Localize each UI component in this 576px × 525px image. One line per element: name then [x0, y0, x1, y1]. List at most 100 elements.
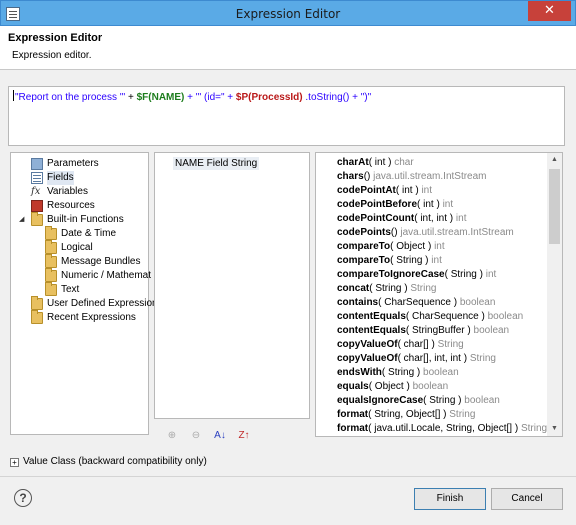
method-args: ( CharSequence ) — [405, 311, 485, 322]
expression-token: + — [127, 92, 134, 103]
method-name: format — [337, 423, 369, 434]
method-name: codePoints — [337, 227, 391, 238]
method-return-type: String — [520, 423, 548, 434]
method-return-type: java.util.stream.IntStream — [400, 227, 514, 238]
folder-icon — [45, 254, 57, 268]
method-args: ( Object ) — [368, 381, 410, 392]
finish-button[interactable]: Finish — [414, 488, 486, 510]
method-return-type: String — [469, 353, 496, 364]
method-item[interactable]: endsWith( String ) boolean — [337, 366, 459, 380]
method-return-type: boolean — [412, 381, 449, 392]
method-name: compareToIgnoreCase — [337, 269, 445, 280]
fx-icon: fx — [31, 186, 41, 197]
field-list[interactable]: NAME Field String — [154, 152, 310, 419]
collapse-icon[interactable]: ◢ — [19, 215, 24, 223]
method-item[interactable]: copyValueOf( char[] ) String — [337, 338, 464, 352]
method-item[interactable]: copyValueOf( char[], int, int ) String — [337, 352, 496, 366]
method-name: codePointBefore — [337, 199, 418, 210]
folder-icon — [45, 226, 57, 240]
method-return-type: int — [485, 269, 497, 280]
method-item[interactable]: format( java.util.Locale, String, Object… — [337, 422, 547, 436]
method-name: equals — [337, 381, 369, 392]
method-name: charAt — [337, 157, 369, 168]
method-args: ( int ) — [417, 199, 440, 210]
method-args: ( char[], int, int ) — [397, 353, 468, 364]
method-item[interactable]: codePoints() java.util.stream.IntStream — [337, 226, 514, 240]
method-item[interactable]: contentEquals( CharSequence ) boolean — [337, 310, 523, 324]
method-name: concat — [337, 283, 370, 294]
cancel-button[interactable]: Cancel — [491, 488, 563, 510]
expression-text[interactable]: "Report on the process '" + $F(NAME) + "… — [13, 90, 371, 103]
expand-icon[interactable]: + — [10, 458, 19, 467]
method-item[interactable]: compareTo( String ) int — [337, 254, 442, 268]
tree-item-label: Message Bundles — [61, 256, 141, 267]
help-button[interactable]: ? — [14, 489, 32, 507]
method-scrollbar[interactable]: ▲ ▼ — [547, 153, 562, 436]
method-item[interactable]: compareTo( Object ) int — [337, 240, 445, 254]
method-return-type: java.util.stream.IntStream — [373, 171, 487, 182]
method-return-type: int — [421, 185, 433, 196]
folder-icon — [45, 282, 57, 296]
method-args: ( Object ) — [390, 241, 432, 252]
tree-item-label: User Defined Expressions — [47, 298, 163, 309]
method-return-type: boolean — [473, 325, 510, 336]
window-title: Expression Editor — [235, 7, 341, 21]
folder-icon — [31, 296, 43, 310]
category-tree[interactable]: Parameters Fields fx Variables Resources Buil… — [10, 152, 163, 435]
scroll-thumb[interactable] — [549, 169, 560, 244]
folder-icon — [31, 310, 43, 324]
method-item[interactable]: contentEquals( StringBuffer ) boolean — [337, 324, 509, 338]
method-name: codePointAt — [337, 185, 396, 196]
expression-token: .toString() + ")" — [305, 92, 372, 103]
expression-token: "Report on the process '" — [15, 92, 126, 103]
method-item[interactable]: codePointBefore( int ) int — [337, 198, 453, 212]
method-item[interactable]: codePointAt( int ) int — [337, 184, 432, 198]
add-field-icon[interactable]: ⊕ — [163, 429, 181, 443]
tree-item-label: Logical — [61, 242, 93, 253]
method-item[interactable]: chars() java.util.stream.IntStream — [337, 170, 487, 184]
method-item[interactable]: contains( CharSequence ) boolean — [337, 296, 495, 310]
method-item[interactable]: compareToIgnoreCase( String ) int — [337, 268, 496, 282]
value-class-expander[interactable]: + Value Class (backward compatibility onl… — [10, 455, 207, 469]
tree-item-label: Text — [61, 284, 80, 295]
remove-field-icon[interactable]: ⊖ — [187, 429, 205, 443]
close-button[interactable]: ✕ — [528, 1, 571, 21]
sort-ascending-icon[interactable]: A↓ — [211, 429, 229, 443]
expression-token: $F(NAME) — [136, 92, 185, 103]
method-args: () — [390, 227, 398, 238]
dialog-subtitle: Expression editor. — [12, 50, 92, 61]
resources-icon — [31, 200, 43, 212]
method-item[interactable]: format( String, Object[] ) String — [337, 408, 475, 422]
method-list[interactable]: getBytes( String ) byte[]format( java.ut… — [315, 152, 563, 437]
method-item[interactable]: codePointCount( int, int ) int — [337, 212, 466, 226]
scroll-down-icon[interactable]: ▼ — [547, 422, 562, 436]
scroll-up-icon[interactable]: ▲ — [547, 153, 562, 167]
method-args: ( CharSequence ) — [378, 297, 458, 308]
folder-icon — [45, 240, 57, 254]
method-return-type: boolean — [423, 367, 459, 378]
field-item[interactable]: NAME Field String — [173, 157, 260, 170]
tree-item-label: Resources — [47, 200, 95, 211]
sort-descending-icon[interactable]: Z↑ — [235, 429, 253, 443]
method-args: ( String, Object[] ) — [368, 409, 447, 420]
tree-item-label: Fields — [47, 171, 74, 185]
method-args: ( int, int ) — [414, 213, 454, 224]
method-item[interactable]: concat( String ) String — [337, 282, 436, 296]
method-args: ( char[] ) — [397, 339, 435, 350]
params-icon — [31, 158, 43, 170]
method-return-type: String — [437, 339, 464, 350]
method-item[interactable]: getBytes( String ) byte[] — [337, 436, 445, 437]
method-item[interactable]: equals( Object ) boolean — [337, 380, 448, 394]
method-name: contentEquals — [337, 311, 406, 322]
method-name: equalsIgnoreCase — [337, 395, 424, 406]
method-args: ( java.util.Locale, String, Object[] ) — [368, 423, 519, 434]
method-item[interactable]: equalsIgnoreCase( String ) boolean — [337, 394, 500, 408]
method-name: format — [337, 409, 369, 420]
method-args: ( String ) — [423, 395, 462, 406]
tree-item-label: Recent Expressions — [47, 312, 136, 323]
expression-editor[interactable]: "Report on the process '" + $F(NAME) + "… — [8, 86, 565, 146]
method-item[interactable]: charAt( int ) char — [337, 156, 414, 170]
method-name: endsWith — [337, 367, 382, 378]
method-return-type: boolean — [459, 297, 496, 308]
method-args: ( String ) — [444, 269, 483, 280]
